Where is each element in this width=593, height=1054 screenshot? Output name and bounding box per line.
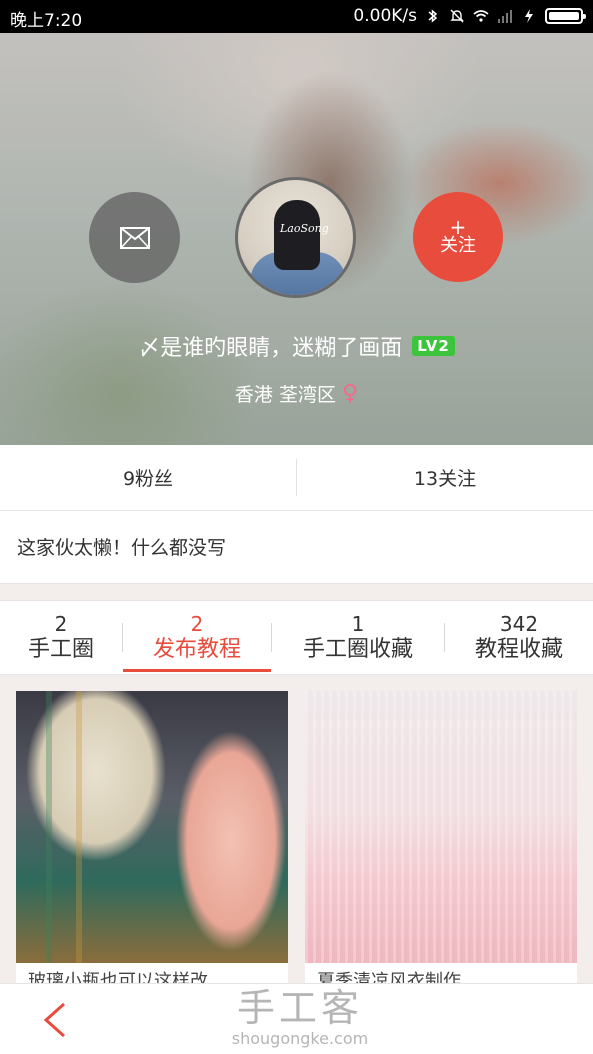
status-icons: 0.00K/s xyxy=(353,6,586,26)
tab-count: 2 xyxy=(190,611,204,636)
tutorial-image[interactable] xyxy=(305,691,577,963)
message-button[interactable] xyxy=(89,192,180,283)
location-row: 香港 荃湾区 ♀ xyxy=(0,380,593,407)
fans-count[interactable]: 9粉丝 xyxy=(0,445,296,510)
back-arrow-icon[interactable] xyxy=(38,1000,72,1040)
bluetooth-icon xyxy=(428,9,438,23)
watermark-brand: 手工客 xyxy=(236,986,363,1030)
plus-icon: + xyxy=(449,215,467,239)
watermark-domain: shougongke.com xyxy=(231,1029,369,1048)
status-bar: 晚上7:20 0.00K/s xyxy=(0,0,593,33)
tutorial-title: 夏季清凉风衣制作 xyxy=(317,971,461,983)
watermark: 手工客 shougongke.com xyxy=(230,986,370,1048)
bottom-bar: 手工客 shougongke.com xyxy=(0,983,593,1054)
tutorial-grid: 玻璃小瓶也可以这样改 夏季清凉风衣制作 xyxy=(0,675,593,983)
tutorial-image[interactable] xyxy=(16,691,288,963)
tab-handwork-circle[interactable]: 2 手工圈 xyxy=(0,601,122,674)
profile-header: LaoSong + 关注 〆是谁旳眼睛，迷糊了画面 LV2 香港 荃湾区 ♀ xyxy=(0,33,593,445)
tab-published-tutorials[interactable]: 2 发布教程 xyxy=(123,601,271,674)
female-gender-icon: ♀ xyxy=(341,381,359,406)
section-divider xyxy=(0,583,593,601)
tab-label: 教程收藏 xyxy=(474,636,563,662)
tutorial-title: 玻璃小瓶也可以这样改 xyxy=(28,971,208,983)
active-tab-indicator xyxy=(123,669,271,672)
user-name: 〆是谁旳眼睛，迷糊了画面 xyxy=(138,336,403,361)
avatar-text: LaoSong xyxy=(280,222,329,235)
tab-label: 手工圈 xyxy=(27,636,94,662)
tab-count: 2 xyxy=(54,611,68,636)
tab-count: 1 xyxy=(351,611,365,636)
stats-bar: 9粉丝 13关注 xyxy=(0,445,593,511)
tab-tutorial-favorites[interactable]: 342 教程收藏 xyxy=(445,601,593,674)
envelope-icon xyxy=(119,226,150,249)
avatar[interactable]: LaoSong xyxy=(235,177,356,298)
tutorial-card[interactable]: 玻璃小瓶也可以这样改 xyxy=(16,691,288,983)
tab-label: 发布教程 xyxy=(152,636,241,662)
tab-label: 手工圈收藏 xyxy=(302,636,413,662)
tab-circle-favorites[interactable]: 1 手工圈收藏 xyxy=(272,601,444,674)
signal-icon xyxy=(498,10,512,23)
level-badge: LV2 xyxy=(412,336,455,356)
network-speed: 0.00K/s xyxy=(353,6,417,26)
battery-icon xyxy=(545,8,586,24)
bio-text: 这家伙太懒！什么都没写 xyxy=(0,511,593,583)
tab-count: 342 xyxy=(499,611,539,636)
follow-button[interactable]: + 关注 xyxy=(413,192,503,282)
following-count[interactable]: 13关注 xyxy=(297,445,593,510)
battery-level xyxy=(549,12,579,20)
mute-bell-icon xyxy=(450,9,464,23)
follow-label: 关注 xyxy=(440,235,476,256)
status-time: 晚上7:20 xyxy=(10,11,83,31)
user-location: 香港 荃湾区 xyxy=(234,384,336,406)
tutorial-card[interactable]: 夏季清凉风衣制作 xyxy=(305,691,577,983)
charging-icon xyxy=(525,9,533,23)
content-tabs: 2 手工圈 2 发布教程 1 手工圈收藏 342 教程收藏 xyxy=(0,601,593,675)
avatar-hair xyxy=(274,200,320,270)
name-row: 〆是谁旳眼睛，迷糊了画面 LV2 xyxy=(0,330,593,362)
wifi-icon xyxy=(473,10,489,22)
